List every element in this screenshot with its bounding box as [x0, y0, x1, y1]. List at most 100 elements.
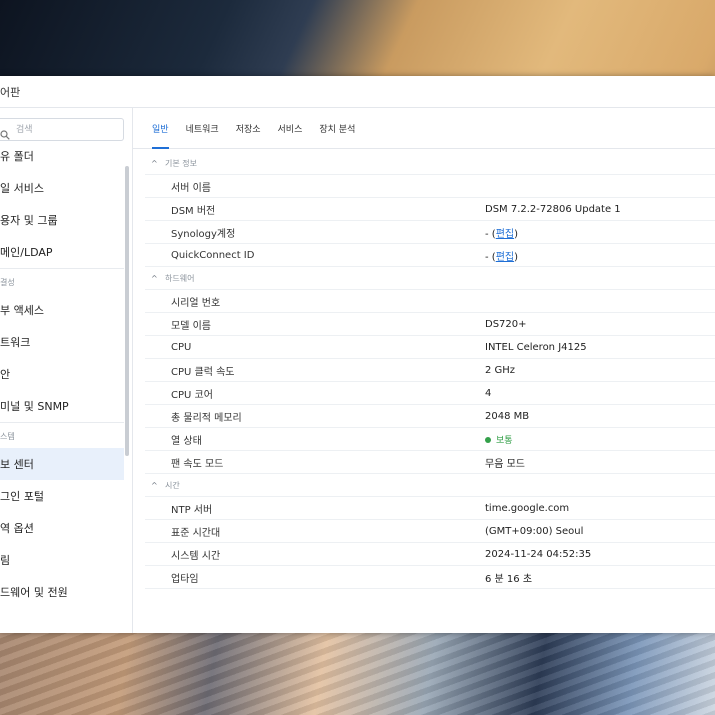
info-value: INTEL Celeron J4125: [485, 342, 587, 353]
info-value: (GMT+09:00) Seoul: [485, 526, 583, 537]
tab-4[interactable]: 장치 분석: [319, 108, 355, 148]
tab-3[interactable]: 서비스: [278, 108, 303, 148]
tab-0[interactable]: 일반: [152, 108, 169, 149]
info-row: 팬 속도 모드 무음 모드: [145, 451, 715, 474]
info-value: 2024-11-24 04:52:35: [485, 549, 591, 560]
sidebar-item[interactable]: 메인/LDAP: [0, 236, 124, 268]
section-title: 하드웨어: [165, 273, 195, 283]
main-panel: 일반 네트워크 저장소 서비스 장치 분석 ^ 기본 정보 서버 이름 DSM 버전 DSM 7…: [133, 108, 715, 633]
sidebar-item[interactable]: 역 옵션: [0, 512, 124, 544]
search-box[interactable]: [0, 118, 124, 141]
value-text: 4: [485, 387, 492, 399]
info-key: CPU: [171, 341, 192, 353]
sidebar-item[interactable]: 트워크: [0, 326, 124, 358]
info-value: DSM 7.2.2-72806 Update 1: [485, 204, 621, 215]
status-text: 보통: [496, 435, 513, 446]
value-text: DSM 7.2.2-72806 Update 1: [485, 203, 621, 215]
sidebar-group-header: 결성: [0, 268, 124, 294]
sidebar-item[interactable]: 부 액세스: [0, 294, 124, 326]
value-text: 6 분 16 초: [485, 573, 533, 585]
edit-link[interactable]: 편집: [496, 252, 514, 263]
sidebar-item[interactable]: 일 서비스: [0, 172, 124, 204]
info-value: 4: [485, 388, 491, 399]
search-input[interactable]: [14, 123, 114, 136]
info-row: CPU INTEL Celeron J4125: [145, 336, 715, 359]
info-row: 표준 시간대 (GMT+09:00) Seoul: [145, 520, 715, 543]
chevron-up-icon[interactable]: ^: [145, 481, 165, 490]
window-titlebar: 어판: [0, 76, 715, 108]
search-icon: [0, 125, 10, 140]
info-row: 총 물리적 메모리 2048 MB: [145, 405, 715, 428]
info-value: DS720+: [485, 319, 527, 330]
info-key: 시스템 시간: [171, 550, 221, 562]
value-text: 무음 모드: [485, 458, 525, 470]
info-key: 팬 속도 모드: [171, 458, 224, 470]
tab-2[interactable]: 저장소: [236, 108, 261, 148]
info-key: Synology계정: [171, 228, 236, 240]
section-title: 기본 정보: [165, 158, 197, 168]
chevron-up-icon[interactable]: ^: [145, 274, 165, 283]
info-key: 업타임: [171, 573, 199, 585]
info-value: 6 분 16 초: [485, 570, 532, 585]
section-title: 시간: [165, 480, 180, 490]
info-row: 모델 이름 DS720+: [145, 313, 715, 336]
control-panel-window: 어판 유 폴더일 서비스용자 및 그룹메인/LDAP결성부 액세스트워크안미널 …: [0, 76, 715, 633]
section-header[interactable]: ^ 하드웨어: [145, 267, 715, 290]
value-text: time.google.com: [485, 502, 570, 514]
info-value: - (편집): [485, 225, 518, 240]
status-dot-icon: [485, 436, 491, 443]
sidebar-item[interactable]: 림: [0, 544, 124, 576]
sidebar-item[interactable]: 보 센터: [0, 448, 124, 480]
value-text: DS720+: [485, 318, 527, 330]
tab-bar: 일반 네트워크 저장소 서비스 장치 분석: [133, 108, 715, 149]
tab-1[interactable]: 네트워크: [186, 108, 219, 148]
info-key: 서버 이름: [171, 182, 211, 194]
info-row: CPU 클럭 속도 2 GHz: [145, 359, 715, 382]
info-key: DSM 버전: [171, 205, 216, 217]
section-header[interactable]: ^ 기본 정보: [145, 152, 715, 175]
info-key: 표준 시간대: [171, 527, 221, 539]
info-table: ^ 기본 정보 서버 이름 DSM 버전 DSM 7.2.2-72806 Update …: [145, 152, 715, 589]
info-row: 시스템 시간 2024-11-24 04:52:35: [145, 543, 715, 566]
section-header[interactable]: ^ 시간: [145, 474, 715, 497]
value-suffix: ): [514, 228, 519, 240]
value-text: 2 GHz: [485, 364, 516, 376]
info-key: NTP 서버: [171, 504, 213, 516]
info-value: - (편집): [485, 248, 518, 263]
chevron-up-icon[interactable]: ^: [145, 159, 165, 168]
value-text: 2024-11-24 04:52:35: [485, 548, 592, 560]
sidebar-group-header: 스템: [0, 422, 124, 448]
info-key: 총 물리적 메모리: [171, 412, 242, 424]
info-row: CPU 코어 4: [145, 382, 715, 405]
info-key: 열 상태: [171, 435, 202, 447]
sidebar-item[interactable]: 미널 및 SNMP: [0, 390, 124, 422]
info-value: 보통: [485, 433, 513, 446]
value-text: - (: [485, 251, 496, 263]
sidebar-item[interactable]: 그인 포털: [0, 480, 124, 512]
value-text: - (: [485, 228, 496, 240]
info-key: 시리얼 번호: [171, 297, 221, 309]
sidebar-nav: 유 폴더 일 서비스 용자 및 그룹 메인/LDAP 결성 부 액세스 트워크 안 미널 및 S…: [0, 140, 124, 608]
info-value: 무음 모드: [485, 455, 525, 470]
info-row: 업타임 6 분 16 초: [145, 566, 715, 589]
sidebar-item[interactable]: 드웨어 및 전원: [0, 576, 124, 608]
info-row: QuickConnect ID - (편집): [145, 244, 715, 267]
sidebar: 유 폴더일 서비스용자 및 그룹메인/LDAP결성부 액세스트워크안미널 및 S…: [0, 108, 133, 633]
info-value: 2048 MB: [485, 411, 529, 422]
info-row: 서버 이름: [145, 175, 715, 198]
edit-link[interactable]: 편집: [496, 229, 514, 240]
info-row: Synology계정 - (편집): [145, 221, 715, 244]
info-value: 2 GHz: [485, 365, 515, 376]
sidebar-item[interactable]: 유 폴더: [0, 140, 124, 172]
sidebar-scrollbar[interactable]: [125, 166, 129, 456]
value-text: (GMT+09:00) Seoul: [485, 525, 584, 537]
info-row: 시리얼 번호: [145, 290, 715, 313]
info-row: 열 상태 보통: [145, 428, 715, 451]
info-key: 모델 이름: [171, 320, 211, 332]
value-text: INTEL Celeron J4125: [485, 341, 587, 353]
sidebar-item[interactable]: 용자 및 그룹: [0, 204, 124, 236]
sidebar-item[interactable]: 안: [0, 358, 124, 390]
value-text: 2048 MB: [485, 410, 530, 422]
info-key: CPU 코어: [171, 389, 213, 401]
info-key: QuickConnect ID: [171, 249, 255, 261]
